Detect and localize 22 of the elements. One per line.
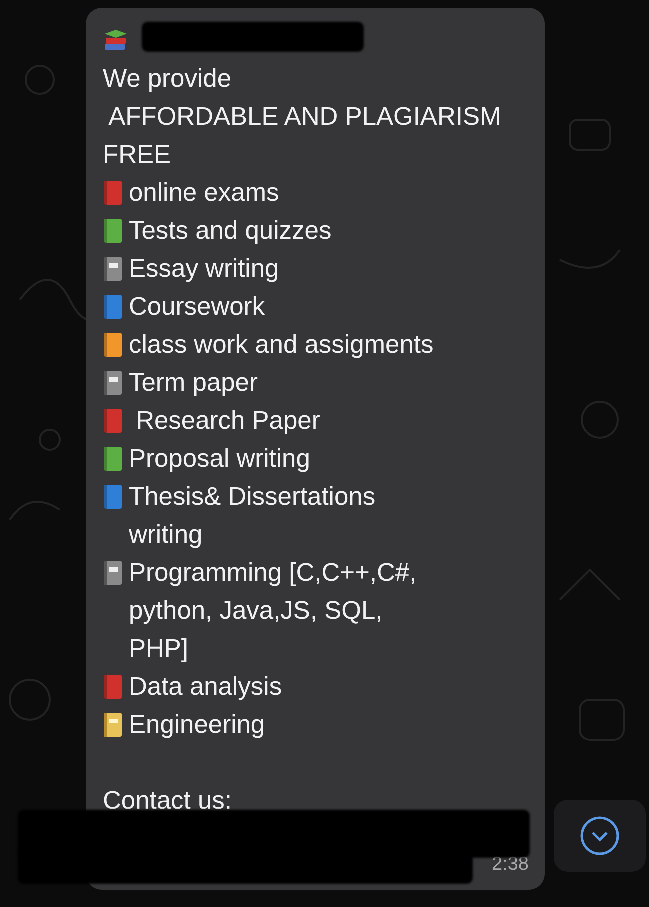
service-text: Tests and quizzes: [129, 216, 332, 247]
service-text: Programming [C,C++,C#,: [129, 558, 417, 589]
message-text: AFFORDABLE AND PLAGIARISM: [108, 102, 502, 133]
service-text: Engineering: [129, 710, 266, 741]
scroll-down-button[interactable]: [554, 800, 646, 872]
message-text: FREE: [103, 140, 172, 171]
service-text: Data analysis: [129, 672, 282, 703]
message-text: We provide: [103, 64, 233, 95]
service-text: class work and assigments: [129, 330, 434, 361]
message-time: 2:38: [492, 853, 529, 877]
service-text: python, Java,JS, SQL,: [129, 596, 384, 627]
message-text: Contact us:: [103, 786, 233, 817]
service-text: Proposal writing: [129, 444, 310, 475]
service-text: Thesis& Dissertations: [129, 482, 376, 513]
service-text: writing: [129, 520, 204, 551]
service-text: PHP]: [129, 634, 190, 665]
service-text: Term paper: [129, 368, 258, 399]
service-text: Essay writing: [129, 254, 280, 285]
service-text: Research Paper: [135, 406, 320, 437]
service-text: online exams: [129, 178, 280, 209]
chevron-down-icon: [580, 816, 620, 856]
service-text: Coursework: [129, 292, 266, 323]
